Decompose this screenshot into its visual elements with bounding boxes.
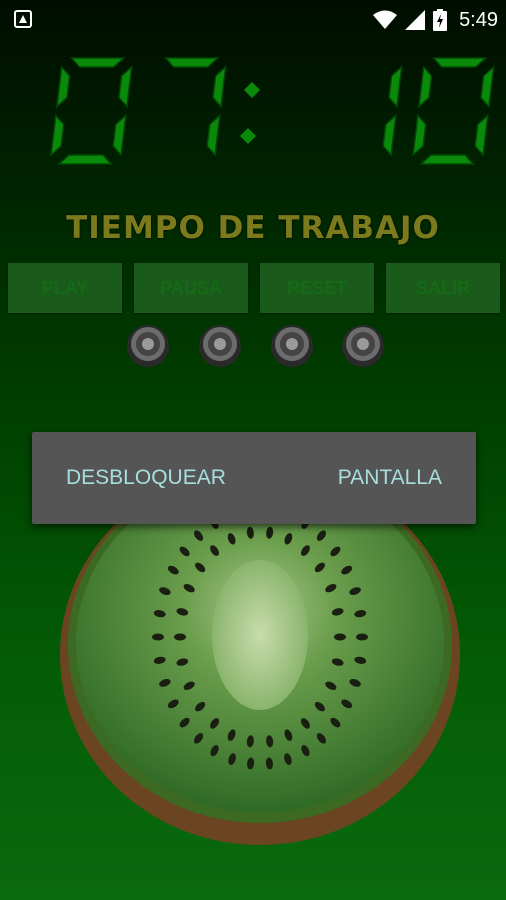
status-bar: 5:49 [0, 0, 506, 40]
reset-button[interactable]: RESET [260, 263, 374, 313]
timer-digit-segment [206, 113, 221, 157]
kiwi-slice-icon [342, 325, 384, 367]
pause-button[interactable]: PAUSA [134, 263, 248, 313]
timer-digit-segment [55, 65, 71, 109]
timer-digit-segment [480, 65, 495, 109]
signal-icon [405, 10, 426, 30]
timer-digit-segment [417, 65, 433, 109]
timer-digit-segment [212, 65, 227, 109]
kiwi-seed [334, 633, 346, 641]
kiwi-slice-icon [271, 325, 313, 367]
timer-digit-segment [112, 113, 127, 157]
timer-digits [50, 57, 495, 165]
timer-digit-segment [164, 57, 220, 68]
timer-digit-segment [50, 113, 65, 157]
mode-label: TIEMPO DE TRABAJO [66, 210, 440, 246]
play-button[interactable]: PLAY [8, 263, 122, 313]
timer-digit-segment [412, 113, 427, 157]
kiwi-slice-icon [127, 325, 169, 367]
battery-icon [433, 9, 448, 31]
timer-digit-segment [474, 113, 489, 157]
timer-digit-segment [432, 57, 488, 68]
kiwi-seed [174, 633, 186, 641]
kiwi-slice-icon [199, 325, 241, 367]
unlock-screen-dialog: DESBLOQUEAR PANTALLA [32, 432, 476, 524]
kiwi-seed [356, 633, 368, 641]
timer-digit-segment [419, 154, 475, 165]
wifi-icon [373, 10, 398, 29]
exit-button[interactable]: SALIR [386, 263, 500, 313]
unlock-button[interactable]: DESBLOQUEAR [66, 432, 226, 524]
kiwi-seed [152, 633, 164, 641]
kiwi-image [60, 505, 460, 845]
timer-digit-segment [70, 57, 126, 68]
timer-colon-dot [244, 82, 260, 98]
status-icons: 5:49 [373, 8, 498, 32]
timer-digit-segment [388, 65, 403, 109]
status-time: 5:49 [459, 8, 498, 31]
app-notification-icon [14, 10, 32, 28]
timer-digit-segment [118, 65, 133, 109]
timer-digit-segment [382, 113, 397, 157]
screen-button[interactable]: PANTALLA [338, 432, 442, 524]
timer-colon-dot [240, 128, 256, 144]
timer-digit-segment [57, 154, 113, 165]
timer-display [50, 57, 495, 165]
